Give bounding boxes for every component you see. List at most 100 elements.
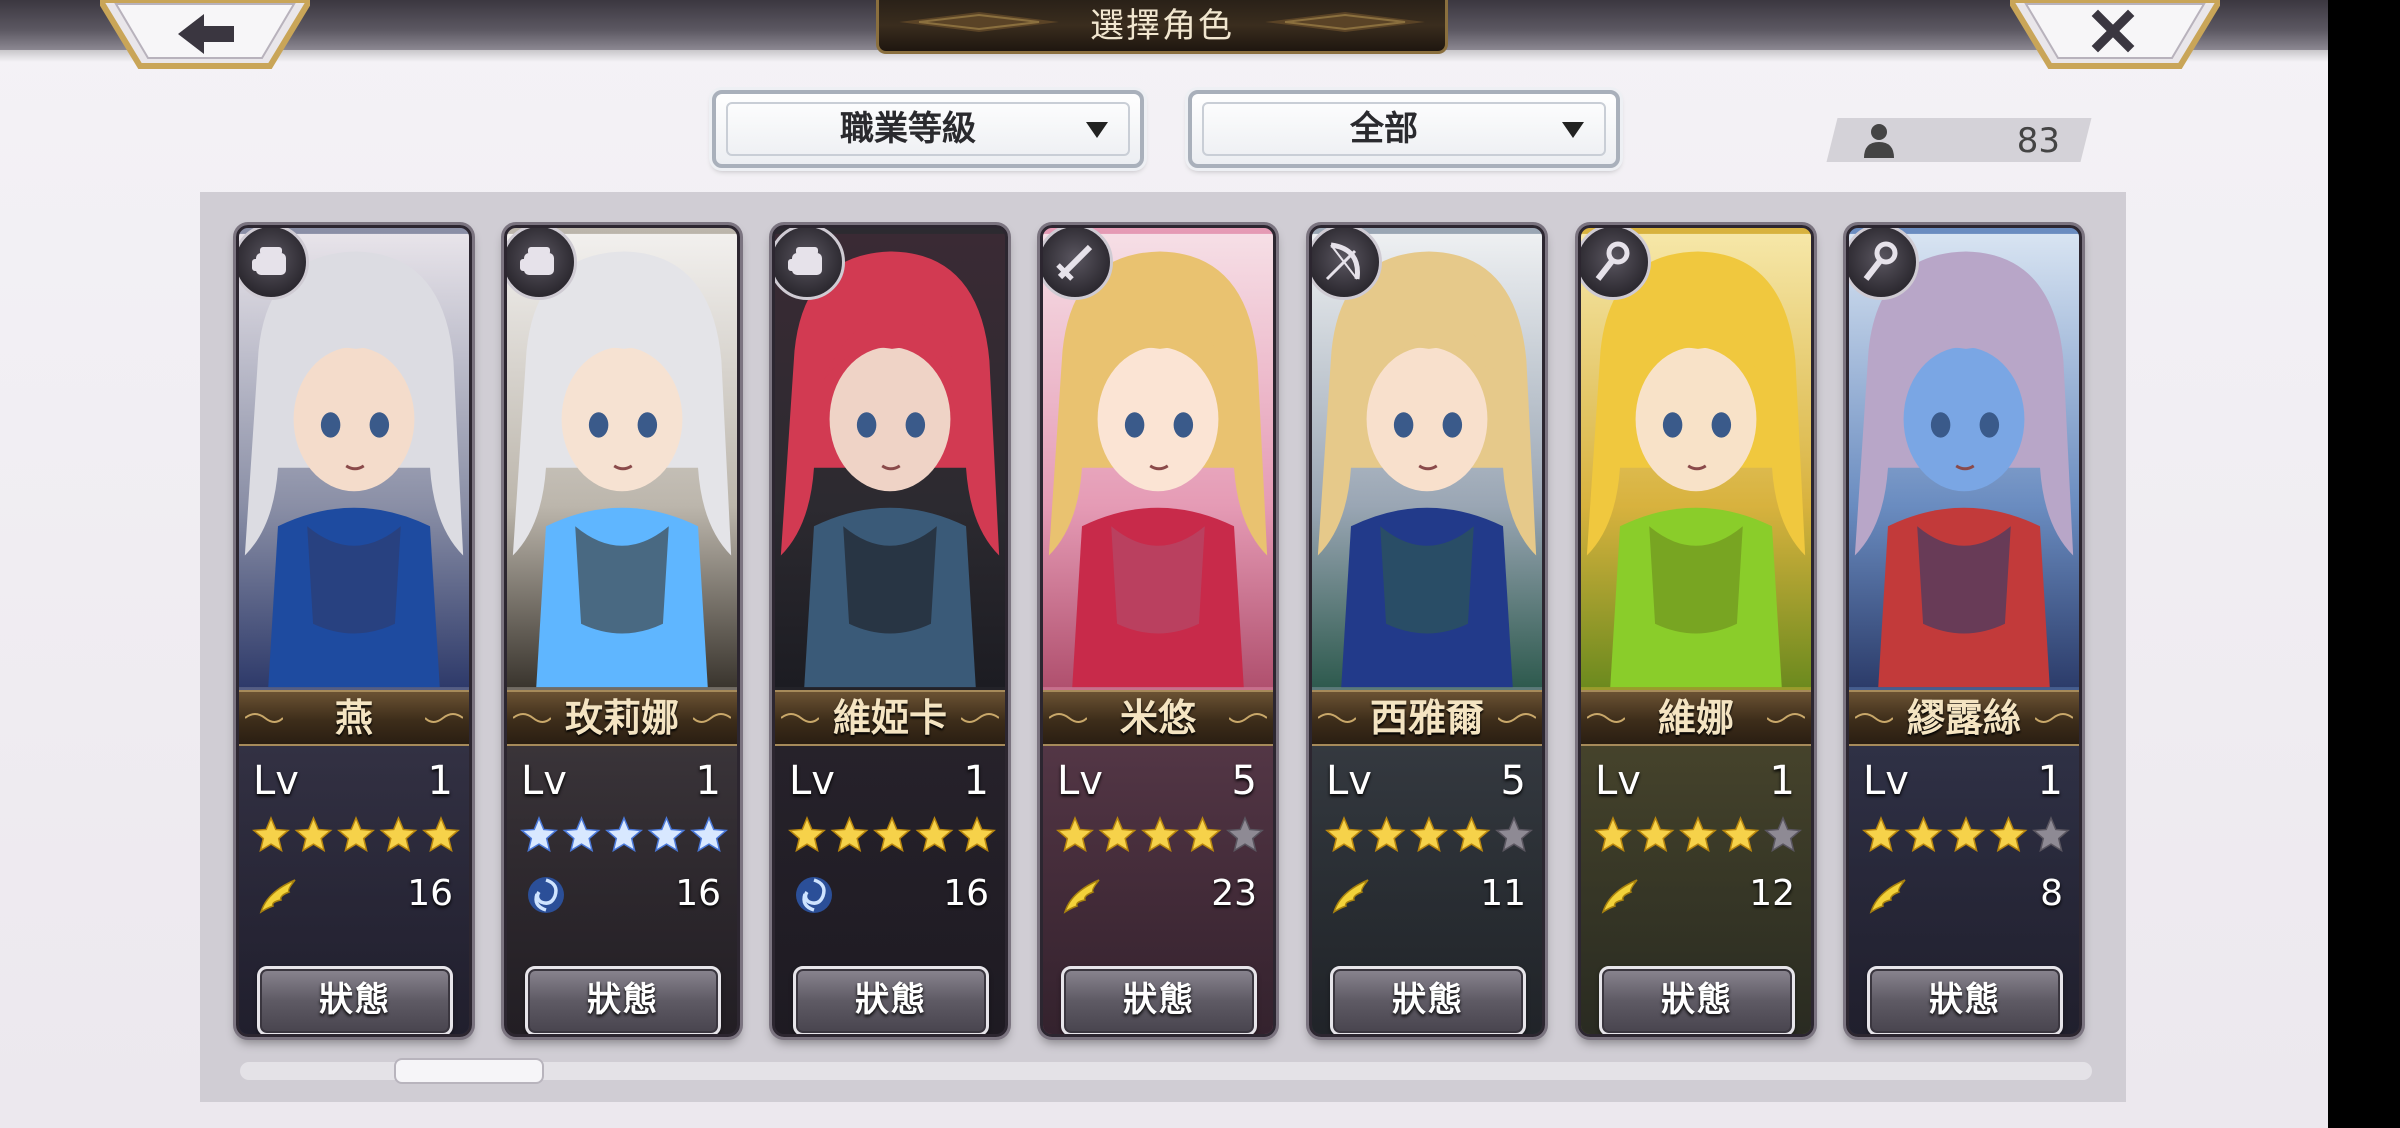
character-card[interactable]: 西雅爾 Lv 5 11 狀態 bbox=[1309, 225, 1545, 1037]
star-empty-icon bbox=[1764, 816, 1802, 853]
title-plate: 選擇角色 bbox=[876, 0, 1448, 54]
star-empty-icon bbox=[1495, 816, 1533, 853]
star-icon bbox=[873, 816, 911, 853]
star-icon bbox=[605, 816, 643, 853]
star-icon bbox=[1056, 816, 1094, 853]
status-button[interactable]: 狀態 bbox=[525, 966, 721, 1034]
star-icon bbox=[1452, 816, 1491, 853]
element-value: 8 bbox=[2040, 873, 2063, 914]
star-rating bbox=[1594, 816, 1802, 853]
category-dropdown[interactable]: 全部 bbox=[1188, 90, 1620, 168]
character-name: 維娜 bbox=[1657, 695, 1734, 740]
character-info: Lv 5 23 狀態 bbox=[1043, 746, 1273, 1034]
element-value: 23 bbox=[1211, 873, 1257, 914]
character-card[interactable]: 米悠 Lv 5 23 狀態 bbox=[1040, 225, 1276, 1037]
level-label: Lv bbox=[1326, 758, 1372, 804]
triangle-down-icon bbox=[1086, 122, 1108, 138]
level-label: Lv bbox=[521, 758, 567, 804]
level-value: 1 bbox=[1769, 758, 1795, 804]
name-plate: 燕 bbox=[239, 690, 469, 746]
scrollbar-thumb[interactable] bbox=[394, 1058, 544, 1084]
star-icon bbox=[1141, 816, 1179, 853]
star-icon bbox=[1098, 816, 1137, 853]
wind-wing-icon bbox=[1601, 879, 1638, 914]
character-info: Lv 5 11 狀態 bbox=[1312, 746, 1542, 1034]
character-name: 繆露絲 bbox=[1906, 695, 2021, 740]
star-icon bbox=[1594, 816, 1632, 853]
element-value: 11 bbox=[1480, 873, 1526, 914]
name-plate: 西雅爾 bbox=[1312, 690, 1542, 746]
screen-edge bbox=[2328, 0, 2400, 1128]
star-icon bbox=[1721, 816, 1760, 853]
wind-wing-icon bbox=[1869, 879, 1906, 914]
character-card[interactable]: 燕 Lv 1 16 狀態 bbox=[236, 225, 472, 1037]
character-card[interactable]: 維娜 Lv 1 12 狀態 bbox=[1578, 225, 1814, 1037]
star-icon bbox=[520, 816, 558, 853]
star-icon bbox=[1367, 816, 1406, 853]
star-rating bbox=[252, 816, 460, 853]
level-label: Lv bbox=[1595, 758, 1641, 804]
character-name: 玫莉娜 bbox=[564, 695, 679, 740]
status-button[interactable]: 狀態 bbox=[793, 966, 989, 1034]
level-value: 1 bbox=[963, 758, 989, 804]
job-level-label: 職業等級 bbox=[840, 109, 976, 149]
status-button[interactable]: 狀態 bbox=[257, 966, 453, 1034]
character-name: 維婭卡 bbox=[832, 695, 947, 740]
person-icon bbox=[1864, 124, 1894, 158]
wind-wing-icon bbox=[1332, 879, 1369, 914]
star-icon bbox=[379, 816, 418, 853]
star-icon bbox=[337, 816, 375, 853]
character-card[interactable]: 繆露絲 Lv 1 8 狀態 bbox=[1846, 225, 2082, 1037]
status-button-label: 狀態 bbox=[855, 980, 927, 1020]
character-info: Lv 1 16 狀態 bbox=[239, 746, 469, 1034]
level-label: Lv bbox=[1057, 758, 1103, 804]
star-icon bbox=[252, 816, 290, 853]
character-name: 燕 bbox=[334, 695, 373, 740]
star-icon bbox=[562, 816, 601, 853]
back-button[interactable] bbox=[100, 0, 310, 72]
star-icon bbox=[958, 816, 996, 853]
status-button[interactable]: 狀態 bbox=[1867, 966, 2063, 1034]
triangle-down-icon bbox=[1562, 122, 1584, 138]
level-label: Lv bbox=[789, 758, 835, 804]
character-name: 米悠 bbox=[1119, 695, 1196, 740]
character-card[interactable]: 玫莉娜 Lv 1 16 狀態 bbox=[504, 225, 740, 1037]
character-card[interactable]: 維婭卡 Lv 1 16 狀態 bbox=[772, 225, 1008, 1037]
character-info: Lv 1 16 狀態 bbox=[507, 746, 737, 1034]
close-button[interactable] bbox=[2010, 0, 2220, 72]
status-button-label: 狀態 bbox=[1661, 980, 1733, 1020]
star-icon bbox=[647, 816, 686, 853]
wind-wing-icon bbox=[1063, 879, 1100, 914]
level-value: 1 bbox=[2037, 758, 2063, 804]
star-empty-icon bbox=[2032, 816, 2070, 853]
star-icon bbox=[690, 816, 728, 853]
status-button[interactable]: 狀態 bbox=[1330, 966, 1526, 1034]
element-value: 16 bbox=[407, 873, 453, 914]
status-button-label: 狀態 bbox=[1123, 980, 1195, 1020]
category-label: 全部 bbox=[1350, 109, 1418, 149]
status-button[interactable]: 狀態 bbox=[1061, 966, 1257, 1034]
star-icon bbox=[1947, 816, 1985, 853]
level-label: Lv bbox=[1863, 758, 1909, 804]
star-rating bbox=[1862, 816, 2070, 853]
star-rating bbox=[1056, 816, 1264, 853]
star-icon bbox=[1183, 816, 1222, 853]
job-level-dropdown[interactable]: 職業等級 bbox=[712, 90, 1144, 168]
star-icon bbox=[1636, 816, 1675, 853]
star-empty-icon bbox=[1226, 816, 1264, 853]
character-count: 83 bbox=[2016, 121, 2060, 161]
star-icon bbox=[1904, 816, 1943, 853]
star-icon bbox=[1862, 816, 1900, 853]
swirl-icon bbox=[796, 877, 832, 913]
element-value: 16 bbox=[943, 873, 989, 914]
element-value: 12 bbox=[1749, 873, 1795, 914]
star-rating bbox=[788, 816, 996, 853]
wind-wing-icon bbox=[259, 879, 296, 914]
star-icon bbox=[915, 816, 954, 853]
element-value: 16 bbox=[675, 873, 721, 914]
name-plate: 玫莉娜 bbox=[507, 690, 737, 746]
star-icon bbox=[294, 816, 333, 853]
name-plate: 繆露絲 bbox=[1849, 690, 2079, 746]
status-button[interactable]: 狀態 bbox=[1599, 966, 1795, 1034]
star-icon bbox=[788, 816, 826, 853]
